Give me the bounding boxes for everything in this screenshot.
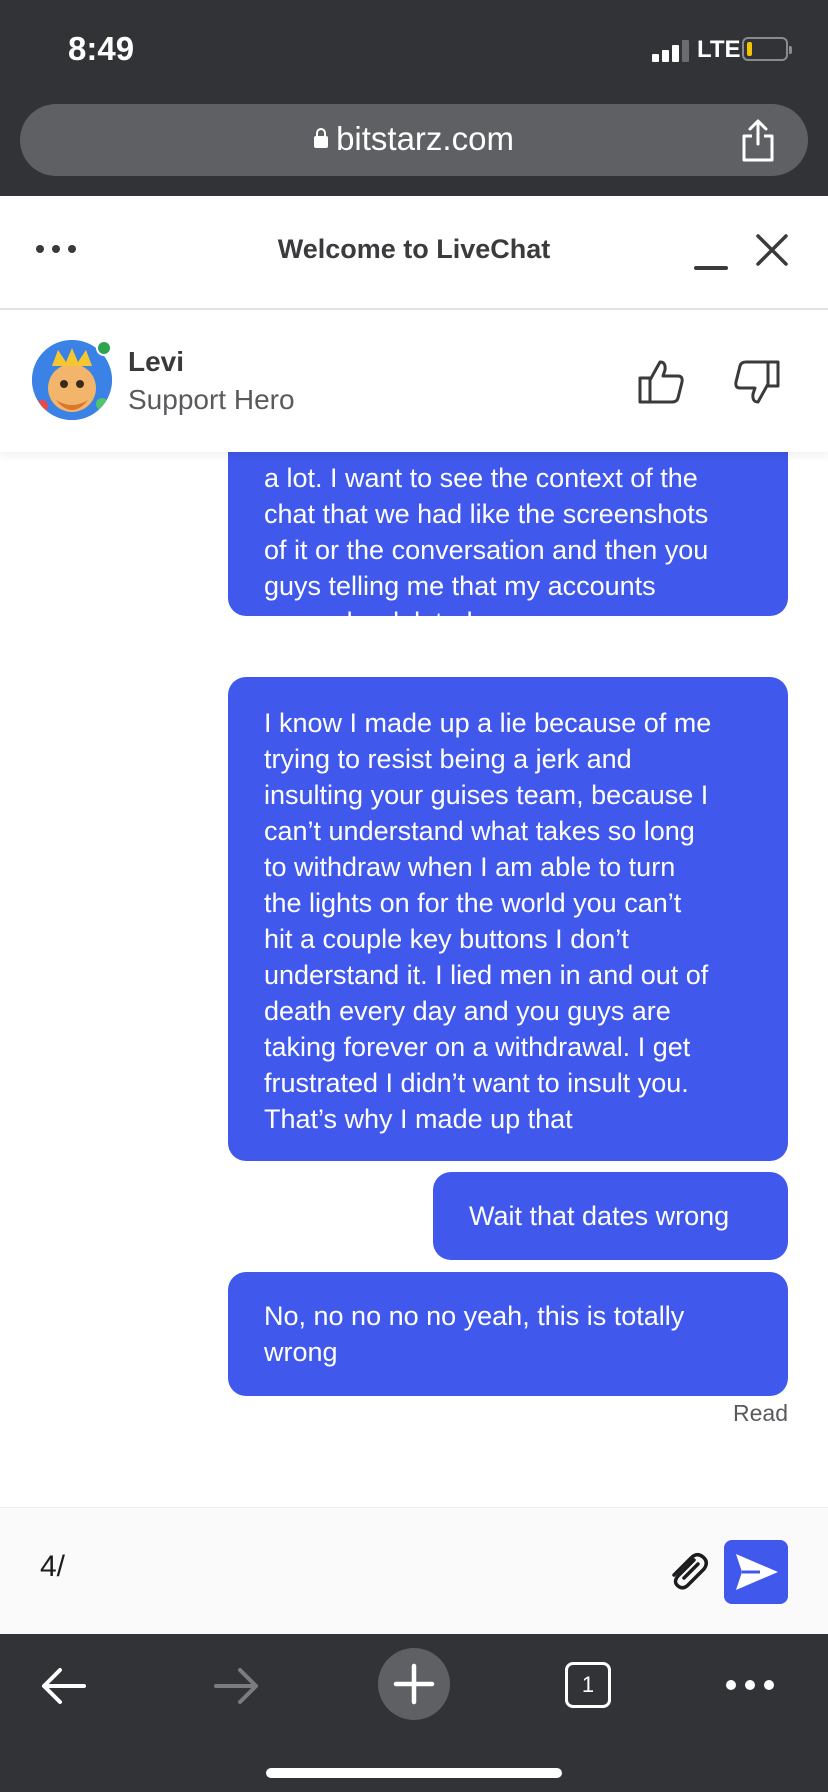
chat-header: Welcome to LiveChat — [0, 196, 828, 310]
send-button[interactable] — [724, 1540, 788, 1604]
paperclip-icon[interactable] — [664, 1548, 712, 1596]
thumbs-up-icon[interactable] — [636, 358, 688, 406]
status-time: 8:49 — [68, 30, 135, 67]
address-bar[interactable]: bitstarz.com — [20, 104, 808, 176]
url-display[interactable]: bitstarz.com — [20, 120, 808, 158]
new-tab-button[interactable] — [378, 1648, 450, 1720]
message-bubble: a lot. I want to see the context of the … — [228, 452, 788, 637]
message-composer — [0, 1507, 828, 1634]
agent-name: Levi — [128, 346, 185, 377]
ellipsis-icon[interactable] — [726, 1678, 774, 1692]
minimize-icon[interactable] — [692, 238, 732, 272]
url-text: bitstarz.com — [336, 120, 514, 157]
arrow-left-icon[interactable] — [38, 1664, 88, 1708]
message-list[interactable]: a lot. I want to see the context of the … — [0, 452, 828, 1507]
message-bubble: No, no no no no yeah, this is totally wr… — [228, 1272, 788, 1396]
share-icon[interactable] — [738, 118, 778, 162]
close-icon[interactable] — [752, 230, 792, 270]
message-bubble: Wait that dates wrong — [433, 1172, 788, 1260]
home-indicator[interactable] — [266, 1768, 562, 1778]
arrow-right-icon[interactable] — [212, 1664, 262, 1708]
plus-icon — [393, 1663, 435, 1705]
message-input[interactable] — [40, 1550, 600, 1584]
online-status-indicator — [96, 340, 112, 356]
network-type: LTE — [697, 36, 741, 63]
cellular-signal-icon — [652, 38, 690, 62]
read-receipt: Read — [733, 1400, 788, 1426]
agent-bar: Levi Support Hero — [0, 310, 828, 452]
message-bubble: I know I made up a lie because of me try… — [228, 677, 788, 1161]
tabs-button[interactable]: 1 — [565, 1662, 611, 1708]
send-icon — [736, 1554, 778, 1590]
agent-role: Support Hero — [128, 384, 295, 415]
battery-icon — [742, 37, 792, 61]
thumbs-down-icon[interactable] — [730, 358, 782, 406]
browser-top-chrome: 8:49 LTE bitstarz.com — [0, 0, 828, 196]
lock-icon — [314, 128, 329, 148]
